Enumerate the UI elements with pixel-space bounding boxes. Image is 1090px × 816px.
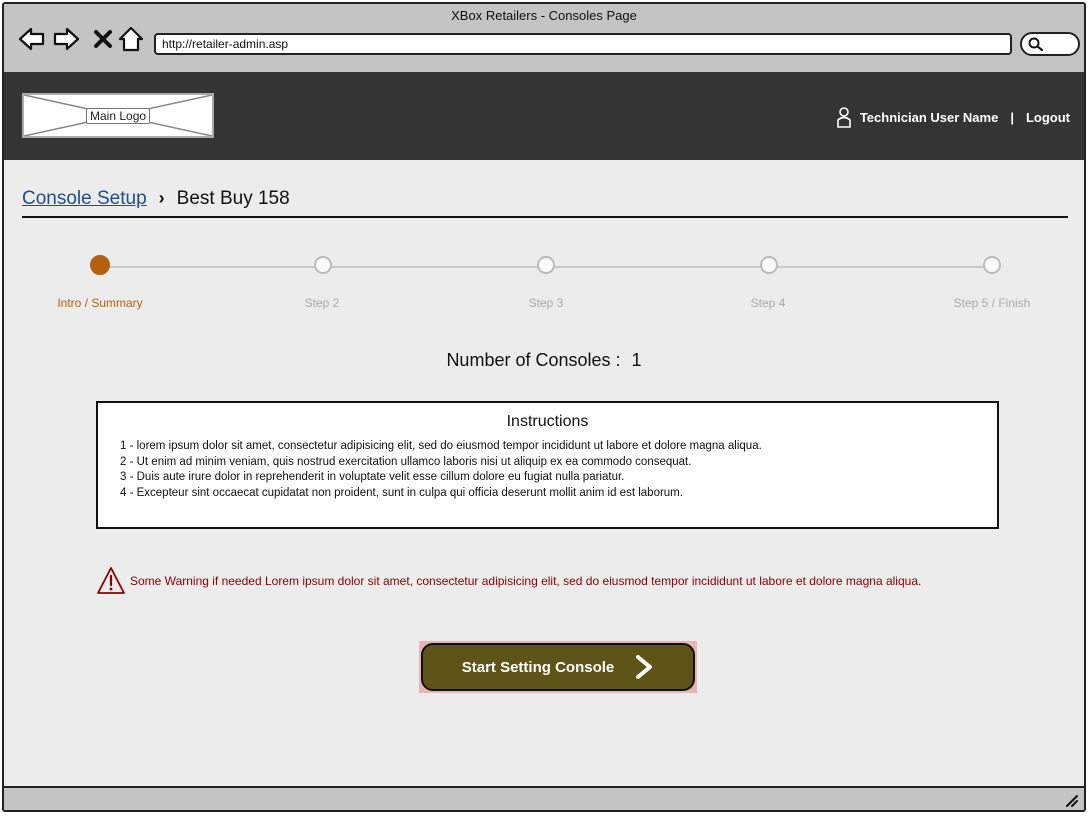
user-name[interactable]: Technician User Name — [860, 110, 998, 125]
forward-arrow-icon[interactable] — [52, 24, 82, 54]
breadcrumb-chevron-icon: › — [158, 188, 165, 208]
step-dot-5[interactable] — [983, 256, 1001, 274]
site-header: Main Logo Technician User Name | Logout — [4, 72, 1084, 160]
instruction-item: 1 - lorem ipsum dolor sit amet, consecte… — [120, 440, 762, 452]
instructions-title: Instructions — [506, 413, 589, 430]
instruction-item: 3 - Duis aute irure dolor in reprehender… — [120, 471, 625, 483]
step-label-2: Step 2 — [304, 296, 340, 310]
browser-window: XBox Retailers - Consoles Page http://re… — [2, 2, 1086, 812]
step-dot-2[interactable] — [314, 256, 332, 274]
step-label-3: Step 3 — [528, 296, 564, 310]
header-separator: | — [1010, 109, 1014, 125]
consoles-value: 1 — [631, 350, 642, 370]
step-label-5: Step 5 / Finish — [953, 296, 1031, 310]
home-icon[interactable] — [116, 24, 146, 54]
browser-search-field[interactable] — [1020, 32, 1080, 56]
main-logo[interactable]: Main Logo — [22, 93, 214, 138]
step-dot-1[interactable] — [90, 255, 110, 275]
number-of-consoles: Number of Consoles : 1 — [4, 350, 1084, 371]
progress-stepper: Intro / Summary Step 2 Step 3 Step 4 Ste… — [4, 254, 1084, 324]
step-dot-4[interactable] — [760, 256, 778, 274]
consoles-label: Number of Consoles : — [446, 350, 621, 370]
instructions-panel: Instructions 1 - lorem ipsum dolor sit a… — [96, 401, 999, 529]
warning-message: Some Warning if needed Lorem ipsum dolor… — [96, 566, 921, 596]
warning-triangle-icon — [97, 567, 125, 594]
logo-label: Main Logo — [86, 108, 151, 124]
start-setting-console-button[interactable]: Start Setting Console — [421, 643, 695, 691]
breadcrumb-link-console-setup[interactable]: Console Setup — [22, 188, 147, 210]
logout-link[interactable]: Logout — [1026, 110, 1070, 125]
start-button-label: Start Setting Console — [461, 658, 615, 676]
user-icon — [837, 107, 851, 128]
instruction-item: 2 - Ut enim ad minim veniam, quis nostru… — [120, 455, 692, 468]
status-bar — [4, 786, 1084, 810]
window-title: XBox Retailers - Consoles Page — [451, 8, 637, 23]
search-icon — [1028, 37, 1044, 51]
breadcrumb: Console Setup › Best Buy 158 — [22, 188, 1068, 218]
instructions-list: 1 - lorem ipsum dolor sit amet, consecte… — [120, 439, 997, 501]
browser-toolbar: XBox Retailers - Consoles Page http://re… — [4, 4, 1084, 74]
resize-grip-icon[interactable] — [1064, 793, 1078, 807]
breadcrumb-current: Best Buy 158 — [176, 188, 290, 209]
start-button-highlight: Start Setting Console — [419, 641, 697, 693]
step-label-1: Intro / Summary — [57, 296, 143, 310]
step-label-4: Step 4 — [750, 296, 786, 310]
chevron-right-icon — [636, 655, 653, 679]
address-bar[interactable]: http://retailer-admin.asp — [154, 33, 1012, 55]
user-area: Technician User Name | Logout — [836, 106, 1070, 128]
back-arrow-icon[interactable] — [16, 24, 46, 54]
close-icon[interactable] — [88, 24, 118, 54]
warning-text: Some Warning if needed Lorem ipsum dolor… — [130, 574, 922, 588]
step-dot-3[interactable] — [537, 256, 555, 274]
instruction-item: 4 - Excepteur sint occaecat cupidatat no… — [120, 486, 683, 499]
